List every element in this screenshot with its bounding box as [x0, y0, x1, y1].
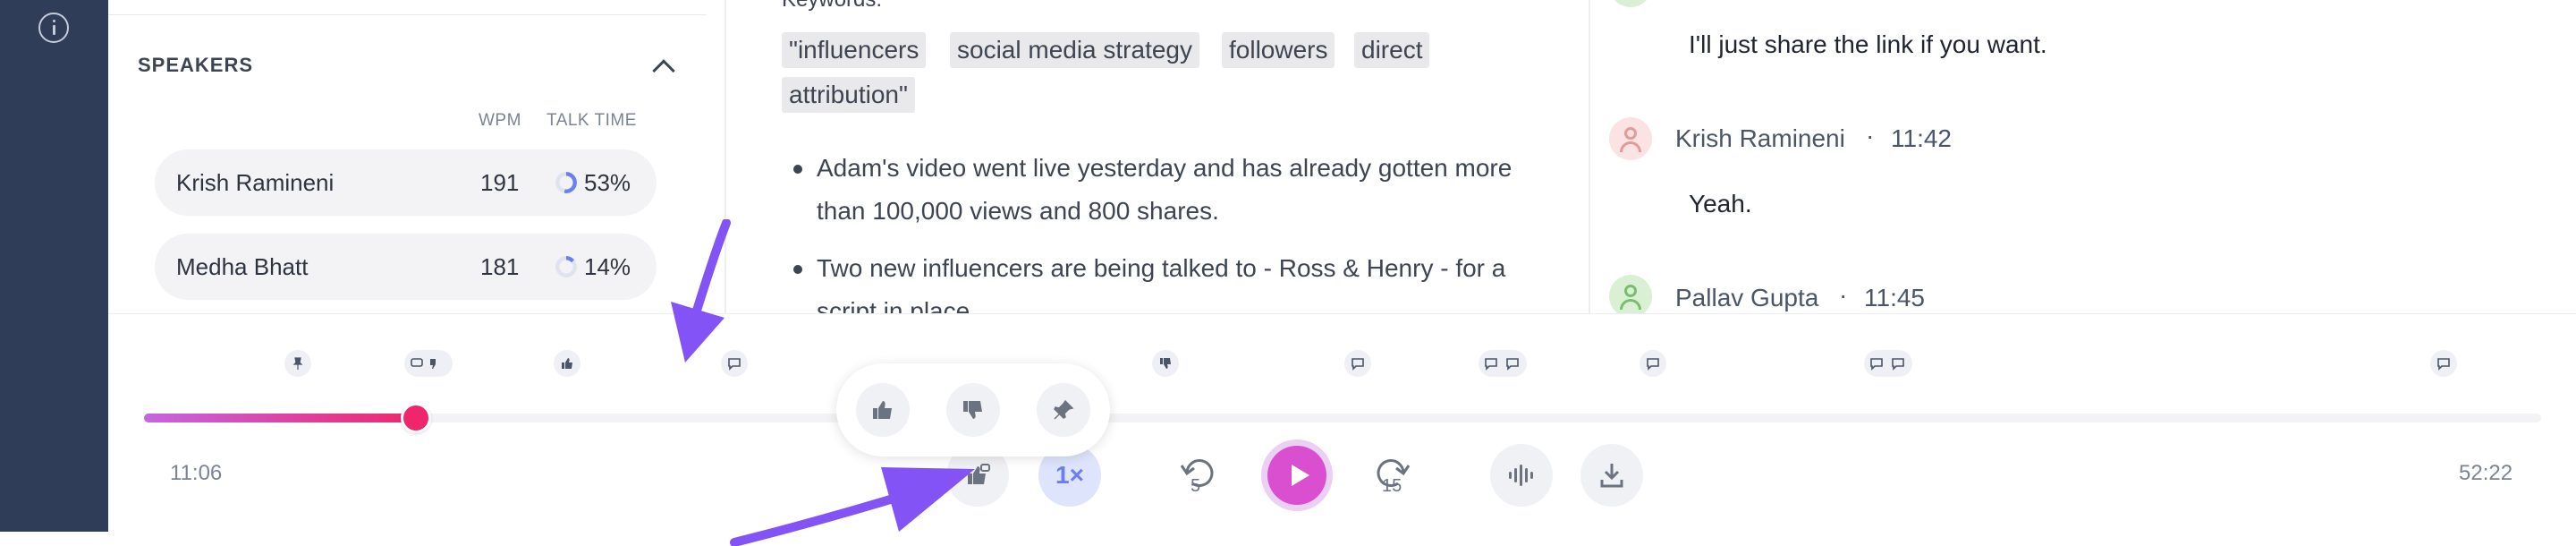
thumbs-up-comment-icon [968, 464, 990, 484]
thumbs-up-icon [873, 401, 892, 419]
thumbs-down-icon[interactable] [1152, 350, 1179, 377]
keyword-tag[interactable]: social media strategy [950, 32, 1200, 68]
separator-dot: · [1839, 281, 1848, 309]
avatar [1609, 117, 1652, 160]
transcript-timestamp[interactable]: 11:42 [1891, 124, 1952, 153]
transcript-panel: I'll just share the link if you want. Kr… [1590, 0, 2576, 313]
comment-icon[interactable] [1640, 350, 1666, 377]
transcript-message: I'll just share the link if you want. [1689, 30, 2047, 58]
talk-time-ring-icon [555, 172, 577, 193]
transcript-message: Yeah. [1689, 190, 1752, 218]
speakers-title: SPEAKERS [138, 54, 254, 76]
rewind-button[interactable]: 5 [1178, 455, 1219, 498]
talk-time-column-header: TALK TIME [547, 111, 637, 130]
transcript-speaker[interactable]: Pallav Gupta [1675, 284, 1818, 312]
progress-fill [144, 414, 416, 422]
avatar [1609, 275, 1652, 313]
speaker-talk-time: 14% [584, 253, 631, 280]
pin-button[interactable] [1037, 383, 1090, 437]
talk-time-ring-icon [555, 256, 577, 277]
thumbs-up-button[interactable] [856, 383, 910, 437]
speaker-row[interactable]: Medha Bhatt 181 14% [155, 234, 657, 300]
left-nav-rail [0, 0, 108, 532]
bullet-dot [793, 165, 802, 174]
thumbs-down-button[interactable] [946, 383, 1000, 437]
audio-player: 11:06 52:22 1× 5 15 [108, 313, 2576, 532]
note-bullet: Adam's video went live yesterday and has… [817, 154, 1513, 225]
play-icon [1292, 465, 1309, 486]
speaker-talk-time: 53% [584, 169, 631, 196]
keywords-heading: Keywords: [782, 0, 882, 13]
download-button[interactable] [1580, 444, 1643, 507]
forward-seconds: 15 [1382, 476, 1402, 496]
divider [108, 14, 707, 15]
transcript-speaker[interactable]: Krish Ramineni [1675, 124, 1845, 153]
note-bullet: Two new influencers are being talked to … [817, 254, 1506, 313]
play-button[interactable] [1261, 439, 1333, 511]
chevron-up-icon[interactable] [652, 59, 675, 82]
pin-icon[interactable] [284, 350, 311, 377]
current-time: 11:06 [170, 461, 223, 485]
notes-panel: Keywords: "influencers social media stra… [726, 0, 1589, 313]
bullet-dot [793, 265, 802, 274]
comment-comment-icon[interactable] [1479, 350, 1527, 377]
info-icon[interactable] [38, 13, 69, 43]
comment-comment-icon[interactable] [1864, 350, 1912, 377]
speaker-wpm: 181 [480, 253, 520, 280]
avatar [1609, 0, 1652, 7]
progress-handle[interactable] [400, 403, 431, 433]
keyword-tag[interactable]: direct [1354, 32, 1430, 68]
separator-dot: · [1866, 122, 1875, 149]
comment-icon[interactable] [1344, 350, 1371, 377]
speaker-wpm: 191 [480, 169, 520, 196]
rewind-seconds: 5 [1191, 476, 1201, 496]
keyword-tag[interactable]: followers [1222, 32, 1335, 68]
thumbs-up-icon[interactable] [554, 350, 580, 377]
comment-icon[interactable] [2430, 350, 2457, 377]
duration: 52:22 [2459, 461, 2513, 485]
speakers-panel: SPEAKERS WPM TALK TIME Krish Ramineni 19… [108, 0, 724, 313]
waveform-button[interactable] [1490, 444, 1553, 507]
transcript-timestamp[interactable]: 11:45 [1864, 284, 1925, 312]
page-footer-strip [0, 532, 2576, 546]
speaker-row[interactable]: Krish Ramineni 191 53% [155, 149, 657, 216]
progress-track[interactable] [144, 414, 2541, 422]
keyword-tag[interactable]: "influencers [782, 32, 927, 68]
speed-label: 1× [1055, 461, 1084, 489]
speaker-name: Medha Bhatt [176, 253, 309, 280]
keyword-tag[interactable]: attribution" [782, 77, 915, 113]
forward-button[interactable]: 15 [1371, 455, 1416, 498]
pin-icon [1054, 399, 1074, 420]
waveform-icon [1509, 465, 1533, 486]
wpm-column-header: WPM [479, 111, 521, 130]
reaction-popover [836, 363, 1110, 456]
comment-dislike-icon[interactable] [404, 350, 453, 377]
speaker-name: Krish Ramineni [176, 169, 335, 196]
thumbs-down-icon [963, 401, 982, 419]
download-icon [1600, 464, 1623, 488]
comment-icon[interactable] [721, 350, 748, 377]
